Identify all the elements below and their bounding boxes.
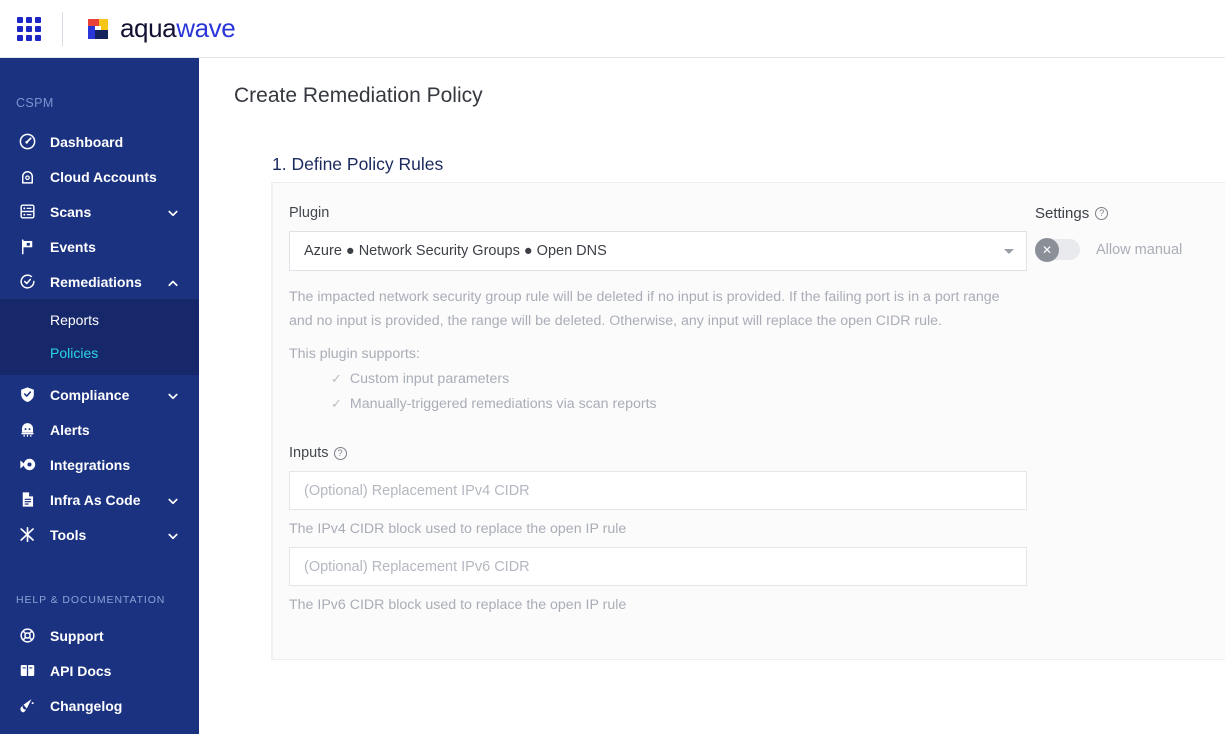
plugin-support-item: ✓ Custom input parameters — [331, 371, 1225, 387]
sidebar-item-label: Changelog — [50, 697, 123, 714]
lifebuoy-icon — [16, 625, 38, 647]
sidebar-item-label: Dashboard — [50, 133, 124, 150]
sidebar-item-changelog[interactable]: Changelog — [0, 688, 199, 723]
tools-icon — [16, 524, 38, 546]
sidebar-item-label: Remediations — [50, 273, 142, 290]
sidebar-item-label: Integrations — [50, 456, 131, 473]
ipv6-cidr-hint: The IPv6 CIDR block used to replace the … — [289, 597, 627, 613]
plugin-select[interactable]: Azure ● Network Security Groups ● Open D… — [289, 231, 1027, 271]
help-circle-icon[interactable]: ? — [1095, 207, 1109, 220]
sidebar-subitem-policies[interactable]: Policies — [0, 336, 199, 369]
chevron-down-icon — [1004, 248, 1014, 254]
sidebar-item-label: Support — [50, 627, 104, 644]
chevron-down-icon[interactable] — [167, 529, 179, 541]
plugin-support-label: Custom input parameters — [349, 371, 510, 387]
sidebar-item-cloud-accounts[interactable]: Cloud Accounts — [0, 159, 199, 194]
plugin-supports-intro: This plugin supports: — [289, 346, 420, 362]
sidebar-item-infra-as-code[interactable]: Infra As Code — [0, 482, 199, 517]
ipv6-cidr-input[interactable] — [289, 547, 1027, 586]
sidebar-item-scans[interactable]: Scans — [0, 194, 199, 229]
main-content: Create Remediation Policy 1. Define Poli… — [199, 58, 1225, 734]
allow-manual-toggle[interactable]: ✕ — [1035, 237, 1080, 262]
cloud-lock-icon — [16, 166, 38, 188]
sidebar-item-compliance[interactable]: Compliance — [0, 377, 199, 412]
gauge-icon — [16, 131, 38, 153]
refresh-check-icon — [16, 271, 38, 293]
check-icon: ✓ — [331, 371, 342, 386]
inputs-label-row: Inputs ? — [289, 445, 1225, 461]
sidebar-item-label: Tools — [50, 526, 87, 543]
sidebar-item-dashboard[interactable]: Dashboard — [0, 124, 199, 159]
brand-logo[interactable]: aquawave — [85, 13, 236, 44]
settings-label-row: Settings ? — [1035, 205, 1225, 222]
sidebar-item-label: Compliance — [50, 386, 130, 403]
sidebar-item-label: Cloud Accounts — [50, 168, 157, 185]
sidebar-subitem-label: Policies — [50, 344, 99, 361]
integrations-icon — [16, 454, 38, 476]
sidebar-subitem-label: Reports — [50, 311, 100, 328]
settings-column: Settings ? ✕ Allow manual — [1035, 205, 1225, 262]
check-icon: ✓ — [331, 396, 342, 411]
megaphone-icon — [16, 695, 38, 717]
sidebar-item-remediations[interactable]: Remediations — [0, 264, 199, 299]
bell-alert-icon — [16, 419, 38, 441]
aquawave-logo-icon — [85, 16, 111, 42]
chevron-down-icon[interactable] — [167, 206, 179, 218]
plugin-support-item: ✓ Manually-triggered remediations via sc… — [331, 396, 1225, 412]
sidebar-item-label: Scans — [50, 203, 92, 220]
top-bar: aquawave — [0, 0, 1225, 58]
brand-name-aqua: aqua — [120, 13, 177, 43]
scan-list-icon — [16, 201, 38, 223]
brand-name-wave: wave — [176, 13, 236, 43]
sidebar-item-label: Events — [50, 238, 96, 255]
sidebar-item-label: Alerts — [50, 421, 90, 438]
sidebar-item-alerts[interactable]: Alerts — [0, 412, 199, 447]
sidebar-subnav-remediations: Reports Policies — [0, 299, 199, 375]
toggle-knob-off-icon: ✕ — [1035, 237, 1059, 262]
shield-check-icon — [16, 384, 38, 406]
sidebar-item-tools[interactable]: Tools — [0, 517, 199, 552]
chevron-down-icon[interactable] — [167, 389, 179, 401]
sidebar-subitem-reports[interactable]: Reports — [0, 303, 199, 336]
allow-manual-row: ✕ Allow manual — [1035, 237, 1225, 262]
sidebar: CSPM Dashboard Cloud Accounts Scans Even… — [0, 58, 199, 734]
help-circle-icon[interactable]: ? — [333, 446, 347, 460]
plugin-select-value: Azure ● Network Security Groups ● Open D… — [304, 243, 607, 259]
sidebar-section-cspm: CSPM — [16, 96, 54, 110]
inputs-label: Inputs — [289, 445, 329, 461]
flag-icon — [16, 236, 38, 258]
sidebar-section-help: HELP & DOCUMENTATION — [16, 594, 166, 606]
settings-label: Settings — [1035, 205, 1090, 222]
policy-rule-card: Plugin Azure ● Network Security Groups ●… — [271, 182, 1225, 660]
document-code-icon — [16, 489, 38, 511]
allow-manual-label: Allow manual — [1096, 241, 1183, 258]
sidebar-item-support[interactable]: Support — [0, 618, 199, 653]
sidebar-item-integrations[interactable]: Integrations — [0, 447, 199, 482]
ipv4-cidr-input[interactable] — [289, 471, 1027, 510]
section-title-define-policy-rules: 1. Define Policy Rules — [272, 154, 444, 174]
sidebar-item-label: Infra As Code — [50, 491, 141, 508]
sidebar-item-api-docs[interactable]: API Docs — [0, 653, 199, 688]
plugin-support-label: Manually-triggered remediations via scan… — [349, 396, 657, 412]
sidebar-item-events[interactable]: Events — [0, 229, 199, 264]
apps-grid-icon — [17, 16, 41, 41]
chevron-up-icon[interactable] — [167, 276, 179, 288]
apps-menu-button[interactable] — [0, 0, 58, 58]
chevron-down-icon[interactable] — [167, 494, 179, 506]
sidebar-item-label: API Docs — [50, 662, 112, 679]
plugin-description: The impacted network security group rule… — [289, 289, 1000, 329]
book-icon — [16, 660, 38, 682]
ipv4-cidr-hint: The IPv4 CIDR block used to replace the … — [289, 521, 627, 537]
page-title: Create Remediation Policy — [234, 84, 483, 107]
topbar-divider — [62, 11, 63, 46]
